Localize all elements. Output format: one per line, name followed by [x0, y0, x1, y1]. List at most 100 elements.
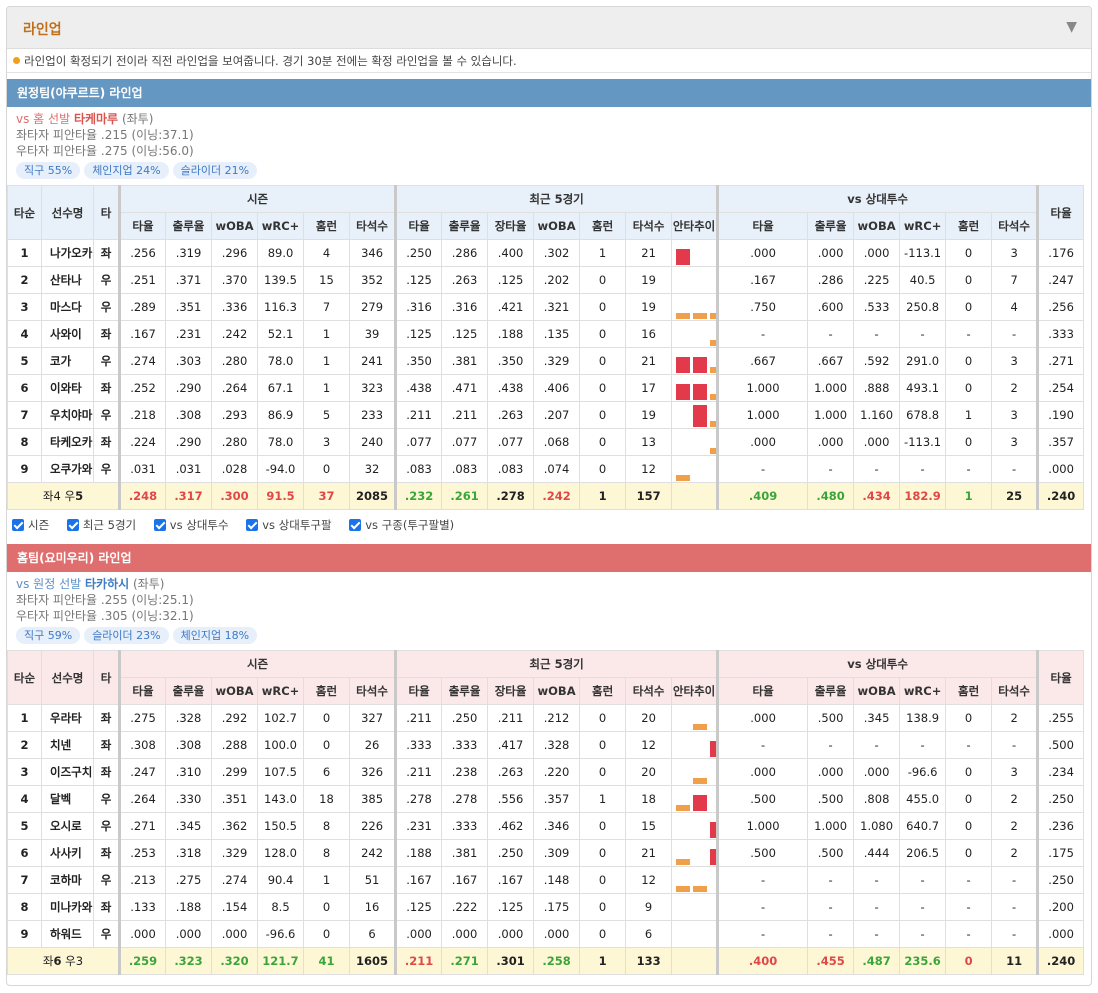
player-name[interactable]: 미나카와 — [41, 893, 94, 921]
table-row[interactable]: 8 미나카와 좌 .133.188.154 8.5 0 16.125.222.125.175… — [7, 893, 1092, 921]
bat-hand: 좌 — [93, 374, 120, 402]
table-row[interactable]: 6 사사키 좌 .253.318.329 128.0 8 242.188.381.250.3… — [7, 839, 1092, 867]
notice-text: 라인업이 확정되기 전이라 직전 라인업을 보여줍니다. 경기 30분 전에는 … — [24, 54, 517, 68]
home-lineup-table: 타순 선수명 타 시즌 최근 5경기 vs 상대투수 타율 타율 출루율 wOBA wRC+ 홈런 타석… — [7, 650, 1092, 975]
checkbox-icon[interactable] — [12, 519, 24, 531]
season-stat: -96.6 — [257, 920, 304, 948]
vs-pitcher-stat: .444 — [853, 839, 901, 867]
table-row[interactable]: 3 이즈구치 좌 .247.310.299 107.5 6 326.211.238.263.… — [7, 758, 1092, 786]
pitcher-right-stat: 우타자 피안타율 .275 (이닝:56.0) — [16, 144, 194, 158]
bat-hand: 좌 — [93, 839, 120, 867]
season-stat: .253 — [118, 839, 166, 867]
table-row[interactable]: 5 오시로 우 .271.345.362 150.5 8 226.231.333.462.3… — [7, 812, 1092, 840]
recent-stat: 21 — [625, 839, 673, 867]
season-stat: 128.0 — [257, 839, 304, 867]
checkbox-icon[interactable] — [153, 519, 166, 531]
season-stat: .031 — [118, 455, 166, 483]
trend-bar — [693, 384, 708, 400]
recent-stat: .083 — [441, 455, 489, 483]
col-trend: 안타추이 — [671, 677, 719, 705]
recent-stat: .263 — [487, 401, 535, 429]
checkbox-icon[interactable] — [246, 519, 259, 531]
table-row[interactable]: 6 이와타 좌 .252.290.264 67.1 1 323.438.471.438.40… — [7, 374, 1092, 402]
bat-hand: 우 — [93, 347, 120, 375]
table-row[interactable]: 2 치넨 좌 .308.308.288 100.0 0 26.333.333.417.328… — [7, 731, 1092, 759]
season-stat: 8.5 — [257, 893, 304, 921]
table-row[interactable]: 8 타케오카 좌 .224.290.280 78.0 3 240.077.077.077.0… — [7, 428, 1092, 456]
checkbox-icon[interactable] — [66, 519, 79, 531]
extra-avg: .256 — [1036, 293, 1085, 321]
pitcher-name[interactable]: 타케마루 — [74, 112, 118, 126]
player-name[interactable]: 사와이 — [41, 320, 94, 348]
table-row[interactable]: 5 코가 우 .274.303.280 78.0 1 241.350.381.350.329… — [7, 347, 1092, 375]
col-pa: 타석수 — [348, 212, 397, 240]
table-row[interactable]: 7 우치야마 우 .218.308.293 86.9 5 233.211.211.263.2… — [7, 401, 1092, 429]
player-name[interactable]: 이와타 — [41, 374, 94, 402]
table-row[interactable]: 7 코하마 우 .213.275.274 90.4 1 51.167.167.167.148… — [7, 866, 1092, 894]
checkbox-vs-pitch[interactable]: vs 구종(투구팔별) — [349, 518, 454, 532]
season-stat: .264 — [118, 785, 166, 813]
table-row[interactable]: 4 사와이 좌 .167.231.242 52.1 1 39.125.125.188.135… — [7, 320, 1092, 348]
player-name[interactable]: 오시로 — [41, 812, 94, 840]
player-name[interactable]: 마스다 — [41, 293, 94, 321]
total-recent-stat: .301 — [487, 947, 535, 975]
player-name[interactable]: 우치야마 — [41, 401, 94, 429]
player-name[interactable]: 오쿠가와 — [41, 455, 94, 483]
player-name[interactable]: 이즈구치 — [41, 758, 94, 786]
player-name[interactable]: 산타나 — [41, 266, 94, 294]
col-obp: 출루율 — [807, 677, 855, 705]
trend-chart — [676, 384, 717, 400]
table-row[interactable]: 1 나가오카 좌 .256.319.296 89.0 4 346.250.286.400.3… — [7, 239, 1092, 267]
vs-pitcher-stat: - — [899, 455, 947, 483]
season-stat: .288 — [211, 731, 258, 759]
player-name[interactable]: 사사키 — [41, 839, 94, 867]
player-name[interactable]: 우라타 — [41, 704, 94, 732]
vs-pitcher-stat: .500 — [716, 839, 809, 867]
vs-pitcher-stat: .225 — [853, 266, 901, 294]
table-row[interactable]: 9 오쿠가와 우 .031.031.028 -94.0 0 32.083.083.083.0… — [7, 455, 1092, 483]
checkbox-icon[interactable] — [349, 519, 362, 531]
checkbox-vs-pitcher[interactable]: vs 상대투수 — [153, 518, 229, 532]
pitcher-name[interactable]: 타카하시 — [85, 577, 129, 591]
recent-stat: .250 — [487, 839, 535, 867]
season-stat: .264 — [211, 374, 258, 402]
total-season-stat: .300 — [211, 482, 258, 510]
trend-bar — [710, 822, 717, 838]
season-stat: .351 — [165, 293, 212, 321]
player-name[interactable]: 나가오카 — [41, 239, 94, 267]
trend-chart — [676, 249, 691, 265]
batting-order: 7 — [7, 866, 42, 894]
panel-header[interactable]: 라인업 ▼ — [7, 7, 1091, 49]
table-row[interactable]: 9 하워드 우 .000.000.000 -96.6 0 6.000.000.000.000… — [7, 920, 1092, 948]
checkbox-season[interactable]: 시즌 — [12, 518, 49, 532]
vs-pitcher-stat: - — [945, 455, 993, 483]
checkbox-recent[interactable]: 최근 5경기 — [66, 518, 136, 532]
player-name[interactable]: 코가 — [41, 347, 94, 375]
table-row[interactable]: 1 우라타 좌 .275.328.292 102.7 0 327.211.250.211.2… — [7, 704, 1092, 732]
season-stat: 16 — [348, 893, 397, 921]
player-name[interactable]: 하워드 — [41, 920, 94, 948]
extra-avg: .357 — [1036, 428, 1085, 456]
table-row[interactable]: 3 마스다 우 .289.351.336 116.3 7 279.316.316.421.3… — [7, 293, 1092, 321]
col-hr: 홈런 — [579, 212, 627, 240]
col-order: 타순 — [7, 185, 42, 240]
hit-trend — [671, 704, 719, 732]
batting-order: 8 — [7, 893, 42, 921]
season-stat: 102.7 — [257, 704, 304, 732]
vs-pitcher-stat: 0 — [945, 293, 993, 321]
recent-stat: .329 — [533, 347, 581, 375]
vs-pitcher-stat: 0 — [945, 704, 993, 732]
table-row[interactable]: 2 산타나 우 .251.371.370 139.5 15 352.125.263.125.… — [7, 266, 1092, 294]
season-stat: 226 — [348, 812, 397, 840]
triangle-down-icon[interactable]: ▼ — [1066, 19, 1077, 35]
table-row[interactable]: 4 달벡 우 .264.330.351 143.0 18 385.278.278.556.3… — [7, 785, 1092, 813]
player-name[interactable]: 치넨 — [41, 731, 94, 759]
vs-pitcher-stat: 2 — [991, 374, 1039, 402]
vs-pitcher-stat: - — [807, 920, 855, 948]
player-name[interactable]: 타케오카 — [41, 428, 94, 456]
recent-stat: 1 — [579, 239, 627, 267]
player-name[interactable]: 달벡 — [41, 785, 94, 813]
player-name[interactable]: 코하마 — [41, 866, 94, 894]
trend-bar — [693, 886, 708, 892]
checkbox-vs-hand[interactable]: vs 상대투구팔 — [246, 518, 332, 532]
